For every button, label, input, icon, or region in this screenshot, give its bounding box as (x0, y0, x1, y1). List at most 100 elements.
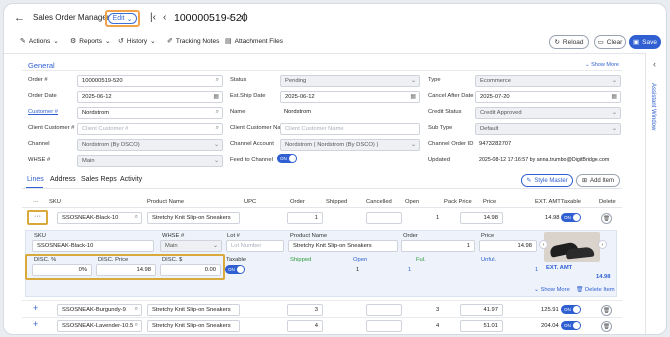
first-record-icon[interactable]: |‹ (150, 12, 156, 23)
chevron-down-icon: ⌄ (53, 38, 59, 45)
calendar-icon[interactable]: ▦ (611, 93, 617, 100)
attachment-files-button[interactable]: ▤ Attachment Files (225, 37, 283, 46)
table-row-product-name[interactable]: Stretchy Knit Slip-on Sneakers (147, 212, 240, 224)
disc-price-field[interactable]: 14.98 (96, 264, 156, 276)
delete-item-link[interactable]: 🗑 Delete Item (576, 287, 615, 293)
clear-label: Clear (606, 38, 623, 46)
client-customer-name-field[interactable]: Client Customer Name (280, 123, 420, 135)
feed-to-channel-toggle[interactable]: ON (277, 154, 297, 163)
search-icon[interactable]: ⌕ (135, 322, 138, 329)
detail-product-field[interactable]: Stretchy Knit Slip-on Sneakers (288, 240, 398, 252)
calendar-icon[interactable]: ▦ (410, 93, 416, 100)
wrench-icon: ✎ (20, 38, 26, 45)
search-icon[interactable]: ⌕ (216, 125, 219, 132)
credit-status-select[interactable]: Credit Approved ⌄ (475, 107, 621, 119)
trash-icon[interactable]: 🗑 (601, 213, 612, 224)
table-row-order[interactable]: 1 (287, 212, 323, 224)
detail-show-more-link[interactable]: ⌄ Show More (534, 287, 570, 293)
table-row-order[interactable]: 3 (287, 304, 323, 316)
reports-menu[interactable]: ⚙ Reports ⌄ (70, 37, 111, 46)
clear-button[interactable]: ▭ Clear (594, 35, 626, 49)
table-row-price[interactable]: 41.97 (460, 304, 503, 316)
credit-status-value: Credit Approved (480, 110, 522, 116)
last-record-icon[interactable]: ›| (240, 12, 246, 23)
client-customer-field[interactable]: Client Customer # ⌕ (77, 123, 223, 135)
assistant-window-tab[interactable]: Assistant Window (650, 83, 656, 130)
expand-row-icon[interactable]: + (33, 319, 38, 329)
channel-select[interactable]: Nordstrom (By DSCO) ⌄ (77, 139, 223, 151)
tab-activity[interactable]: Activity (120, 176, 142, 183)
detail-whse-select[interactable]: Main ⌄ (160, 240, 222, 252)
whse-select[interactable]: Main ⌄ (77, 155, 223, 167)
customer-field[interactable]: Nordstrom ⌕ (77, 107, 223, 119)
product-image (544, 232, 600, 262)
table-row-product-name[interactable]: Stretchy Knit Slip-on Sneakers (147, 320, 240, 332)
detail-order-field[interactable]: 1 (401, 240, 475, 252)
search-icon[interactable]: ⌕ (216, 77, 219, 84)
table-row-cancelled[interactable] (366, 304, 402, 316)
general-show-more-link[interactable]: ⌄ Show More (585, 62, 619, 68)
detail-sku-field[interactable]: SSOSNEAK-Black-10 (32, 240, 154, 252)
image-next-icon[interactable]: › (598, 240, 607, 249)
style-master-icon: ✎ (526, 178, 532, 184)
order-date-field[interactable]: 2025-06-12 ▦ (77, 91, 223, 103)
table-row-taxable-toggle[interactable]: ON (561, 213, 581, 222)
edit-highlight: Edit ⌄ (105, 10, 140, 27)
search-icon[interactable]: ⌕ (135, 306, 138, 313)
detail-ext-amt-label: EXT. AMT (546, 265, 573, 271)
tab-address[interactable]: Address (50, 176, 76, 183)
table-row-cancelled[interactable] (366, 320, 402, 332)
row-menu-button[interactable]: ··· (27, 210, 48, 225)
table-row-taxable-toggle[interactable]: ON (561, 321, 581, 330)
previous-record-icon[interactable]: ‹ (163, 12, 166, 23)
actions-menu[interactable]: ✎ Actions ⌄ (20, 37, 59, 46)
edit-mode-button[interactable]: Edit ⌄ (108, 13, 137, 24)
chevron-down-icon: ⌄ (105, 38, 111, 45)
col-ext-amt: EXT. AMT (535, 199, 561, 205)
table-row-order[interactable]: 4 (287, 320, 323, 332)
table-row-price[interactable]: 14.98 (460, 212, 503, 224)
table-row-cancelled[interactable] (366, 212, 402, 224)
sub-type-select[interactable]: Default ⌄ (475, 123, 621, 135)
tab-sales-reps[interactable]: Sales Reps (81, 176, 117, 183)
detail-price-field[interactable]: 14.98 (479, 240, 537, 252)
table-row-sku[interactable]: SSOSNEAK-Lavender-10.5 ⌕ (57, 320, 142, 332)
history-menu[interactable]: ↺ History ⌄ (118, 37, 156, 46)
calendar-icon[interactable]: ▦ (213, 93, 219, 100)
table-row-sku[interactable]: SSOSNEAK-Black-10 ⌕ (57, 212, 142, 224)
chevron-down-icon: ⌄ (213, 158, 219, 164)
back-arrow-icon[interactable]: ← (14, 12, 25, 24)
disc-pct-field[interactable]: 0% (32, 264, 92, 276)
expand-row-icon[interactable]: + (33, 303, 38, 313)
detail-lot-field[interactable]: Lot Number (226, 240, 284, 252)
table-row-product-name[interactable]: Stretchy Knit Slip-on Sneakers (147, 304, 240, 316)
status-select[interactable]: Pending ⌄ (280, 75, 420, 87)
search-icon[interactable]: ⌕ (135, 214, 138, 221)
divider (22, 300, 622, 301)
est-ship-field[interactable]: 2025-06-12 ▦ (280, 91, 420, 103)
save-button[interactable]: ▣ Save (629, 35, 661, 49)
table-row-price[interactable]: 51.01 (460, 320, 503, 332)
type-select[interactable]: Ecommerce ⌄ (475, 75, 621, 87)
order-no-field[interactable]: 100000519-520 ⌕ (77, 75, 223, 87)
cancel-after-field[interactable]: 2025-07-20 ▦ (475, 91, 621, 103)
style-master-button[interactable]: ✎ Style Master (521, 174, 573, 187)
search-icon[interactable]: ⌕ (216, 109, 219, 116)
est-ship-value: 2025-06-12 (285, 94, 315, 100)
credit-status-label: Credit Status (428, 109, 462, 115)
channel-account-select[interactable]: Nordstrom ( Nordstrom (By DSCO) ) ⌄ (280, 139, 420, 151)
tracking-notes-button[interactable]: ✐ Tracking Notes (167, 37, 219, 46)
trash-icon[interactable]: 🗑 (601, 321, 612, 332)
trash-icon[interactable]: 🗑 (601, 305, 612, 316)
table-row-sku[interactable]: SSOSNEAK-Burgundy-9 ⌕ (57, 304, 142, 316)
add-item-button[interactable]: ⊞ Add Item (576, 174, 620, 187)
customer-link[interactable]: Customer # (28, 109, 58, 115)
reload-button[interactable]: ↻ Reload (549, 35, 589, 49)
chevron-left-icon[interactable]: ‹ (653, 59, 656, 69)
disc-amt-field[interactable]: 0.00 (160, 264, 221, 276)
image-prev-icon[interactable]: ‹ (539, 240, 548, 249)
tab-lines[interactable]: Lines (27, 176, 44, 183)
table-row-taxable-toggle[interactable]: ON (561, 305, 581, 314)
detail-taxable-toggle[interactable]: ON (225, 265, 245, 274)
next-record-icon[interactable]: › (229, 12, 232, 23)
